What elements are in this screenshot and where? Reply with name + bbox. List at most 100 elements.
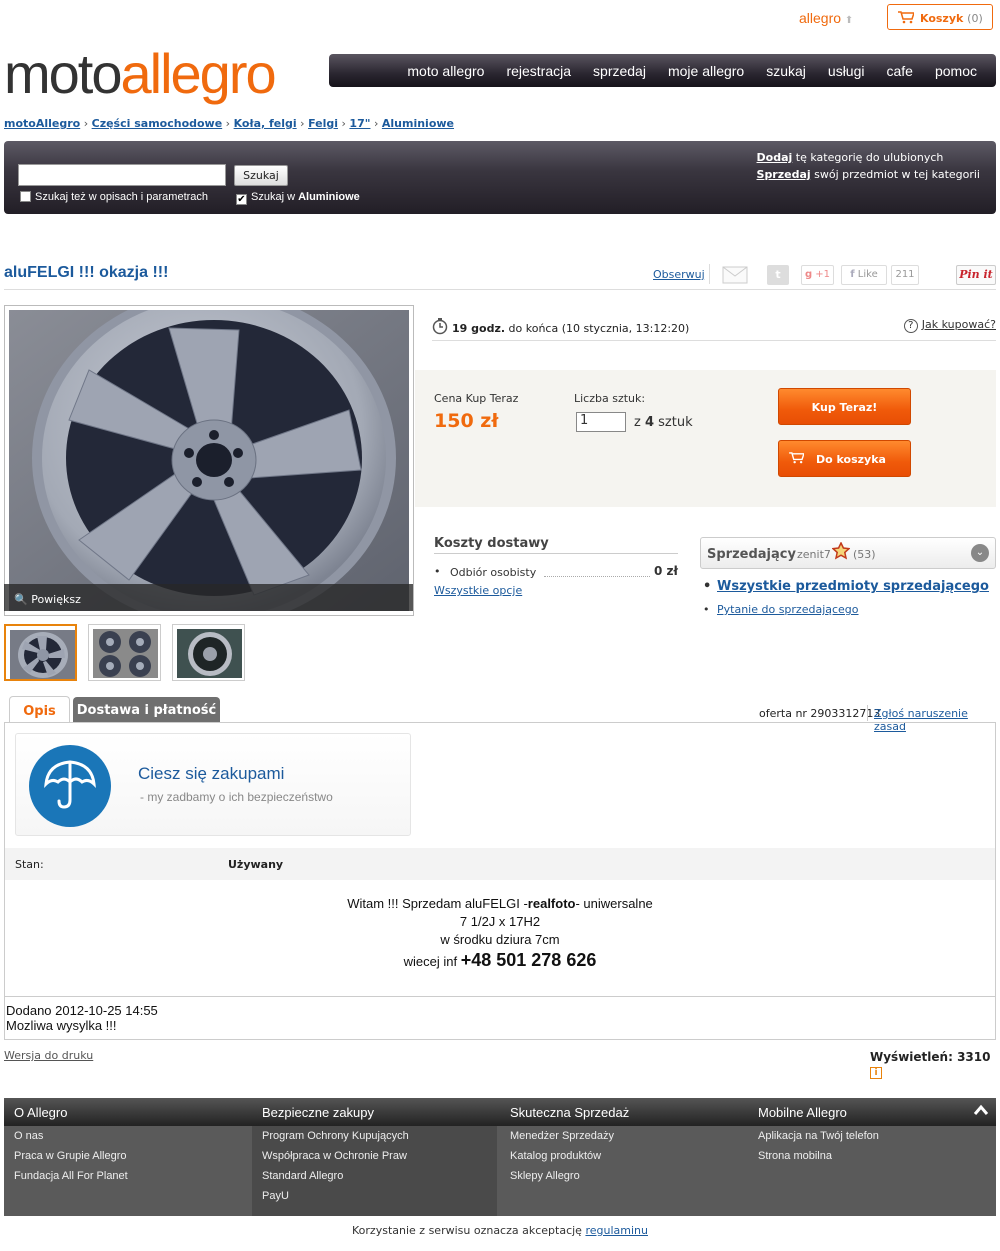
observe-link[interactable]: Obserwuj — [653, 268, 705, 281]
desc-text: wiecej inf — [403, 954, 461, 969]
divider — [4, 289, 996, 290]
views-counter: Wyświetleń: 3310 i — [870, 1050, 1000, 1079]
breadcrumb-kola-felgi[interactable]: Koła, felgi — [234, 117, 297, 130]
main-product-image[interactable] — [4, 290, 414, 626]
how-to-buy[interactable]: ? Jak kupować? — [903, 318, 996, 333]
seller-name[interactable]: zenit7 — [797, 548, 831, 561]
motoallegro-logo[interactable]: motoallegro — [4, 42, 277, 105]
thumbnail-image — [93, 629, 158, 678]
facebook-like-button[interactable]: f Like — [841, 265, 887, 285]
seller-all-items-link[interactable]: • Wszystkie przedmioty sprzedającego — [703, 579, 989, 594]
sell-in-category-text: swój przedmiot w tej kategorii — [810, 168, 980, 181]
footer-link[interactable]: Standard Allegro — [262, 1166, 409, 1186]
protection-subtitle: - my zadbamy o ich bezpieczeństwo — [140, 790, 333, 804]
offer-number: oferta nr 2903312713 — [759, 707, 881, 720]
breadcrumb-aluminiowe[interactable]: Aluminiowe — [382, 117, 454, 130]
footer-title: Skuteczna Sprzedaż — [510, 1105, 630, 1120]
star-icon — [832, 542, 850, 560]
search-in-category-checkbox[interactable]: ✔ Szukaj w Aluminiowe — [236, 191, 360, 205]
search-input[interactable] — [18, 164, 226, 186]
nav-cafe[interactable]: cafe — [887, 63, 913, 79]
like-count: 211 — [891, 265, 919, 285]
breadcrumb-czesci[interactable]: Części samochodowe — [92, 117, 223, 130]
seller-box[interactable]: Sprzedający zenit7 (53) ⌄ — [700, 537, 996, 569]
nav-moje-allegro[interactable]: moje allegro — [668, 63, 744, 79]
nav-rejestracja[interactable]: rejestracja — [506, 63, 571, 79]
footer-title: O Allegro — [14, 1105, 68, 1120]
cart-icon — [898, 11, 916, 24]
shipping-title: Koszty dostawy — [434, 536, 678, 554]
footer-link[interactable]: Strona mobilna — [758, 1146, 879, 1166]
info-icon[interactable]: i — [870, 1067, 882, 1079]
tab-dostawa[interactable]: Dostawa i płatność — [73, 697, 220, 722]
add-to-cart-button[interactable]: Do koszyka — [778, 440, 911, 477]
zoom-button[interactable]: 🔍 Powiększ — [4, 584, 413, 611]
nav-szukaj[interactable]: szukaj — [766, 63, 806, 79]
nav-pomoc[interactable]: pomoc — [935, 63, 977, 79]
search-button[interactable]: Szukaj — [234, 165, 288, 186]
twitter-icon[interactable]: t — [767, 265, 789, 285]
seller-label: Sprzedający — [707, 547, 796, 562]
auction-timer: 19 godz. do końca (10 stycznia, 13:12:20… — [432, 318, 689, 335]
footer-link[interactable]: Menedżer Sprzedaży — [510, 1126, 629, 1146]
footer-link[interactable]: Program Ochrony Kupujących — [262, 1126, 409, 1146]
footer-link[interactable]: Katalog produktów — [510, 1146, 629, 1166]
divider — [867, 705, 868, 721]
main-nav: moto allegro rejestracja sprzedaj moje a… — [329, 54, 996, 87]
scroll-to-top-icon[interactable] — [973, 1104, 989, 1118]
footer-link[interactable]: Fundacja All For Planet — [14, 1166, 128, 1186]
gplus-button[interactable]: g +1 — [801, 265, 834, 285]
allegro-mini-logo[interactable]: allegro ⬆ — [799, 10, 853, 26]
email-share-icon[interactable] — [722, 266, 748, 284]
tab-opis[interactable]: Opis — [9, 696, 70, 723]
print-version-link[interactable]: Wersja do druku — [4, 1049, 93, 1062]
description-line-3: w środku dziura 7cm — [440, 932, 560, 947]
search-descriptions-checkbox[interactable]: Szukaj też w opisach i parametrach — [20, 191, 208, 203]
cart-button[interactable]: Koszyk (0) — [887, 4, 993, 30]
views-value: 3310 — [957, 1050, 991, 1064]
ask-seller-link[interactable]: • Pytanie do sprzedającego — [703, 603, 859, 616]
facebook-icon: f — [850, 269, 855, 280]
terms-link[interactable]: regulaminu — [585, 1224, 648, 1237]
buy-now-button[interactable]: Kup Teraz! — [778, 388, 911, 425]
chevron-down-icon[interactable]: ⌄ — [971, 544, 989, 562]
all-shipping-options-link[interactable]: Wszystkie opcje — [434, 584, 678, 597]
sell-in-category-link[interactable]: Sprzedaj — [757, 168, 811, 181]
time-end: do końca (10 stycznia, 13:12:20) — [505, 322, 690, 335]
time-remaining: 19 godz. — [452, 322, 506, 335]
condition-label: Stan: — [15, 858, 44, 871]
add-favorite-text: tę kategorię do ulubionych — [792, 151, 944, 164]
qty-total: 4 — [644, 415, 655, 430]
quantity-available: z 4 sztuk — [634, 415, 693, 430]
breadcrumb-17[interactable]: 17" — [349, 117, 370, 130]
nav-moto-allegro[interactable]: moto allegro — [407, 63, 484, 79]
add-favorite-link[interactable]: Dodaj — [757, 151, 793, 164]
footer-link[interactable]: Praca w Grupie Allegro — [14, 1146, 128, 1166]
footer-link[interactable]: Sklepy Allegro — [510, 1166, 629, 1186]
quantity-input[interactable]: 1 — [576, 412, 626, 432]
footer-link[interactable]: O nas — [14, 1126, 128, 1146]
how-to-buy-link[interactable]: Jak kupować? — [922, 318, 996, 331]
footer-link[interactable]: Współpraca w Ochronie Praw — [262, 1146, 409, 1166]
help-icon: ? — [903, 319, 918, 333]
breadcrumb-felgi[interactable]: Felgi — [308, 117, 338, 130]
terms-text: Korzystanie z serwisu oznacza akceptację — [352, 1224, 586, 1237]
gplus-label: +1 — [815, 269, 831, 280]
footer-link[interactable]: Aplikacja na Twój telefon — [758, 1126, 879, 1146]
footer-link[interactable]: PayU — [262, 1186, 409, 1206]
logo-moto: moto — [4, 42, 122, 105]
footer-col-bezpieczne: Bezpieczne zakupy Program Ochrony Kupują… — [262, 1098, 409, 1206]
thumbnail-3[interactable] — [172, 624, 245, 681]
nav-uslugi[interactable]: usługi — [828, 63, 865, 79]
nav-sprzedaj[interactable]: sprzedaj — [593, 63, 646, 79]
condition-value: Używany — [228, 858, 284, 871]
breadcrumb-motoallegro[interactable]: motoAllegro — [4, 117, 80, 130]
thumbnail-image — [10, 630, 75, 679]
add-to-cart-label: Do koszyka — [816, 453, 886, 466]
desc-text: Witam !!! Sprzedam aluFELGI - — [347, 896, 528, 911]
price-label: Cena Kup Teraz — [434, 392, 519, 405]
pinit-button[interactable]: Pin it — [956, 265, 996, 285]
thumbnail-2[interactable] — [88, 624, 161, 681]
thumbnail-1[interactable] — [4, 624, 77, 681]
search-descriptions-label: Szukaj też w opisach i parametrach — [35, 191, 209, 203]
